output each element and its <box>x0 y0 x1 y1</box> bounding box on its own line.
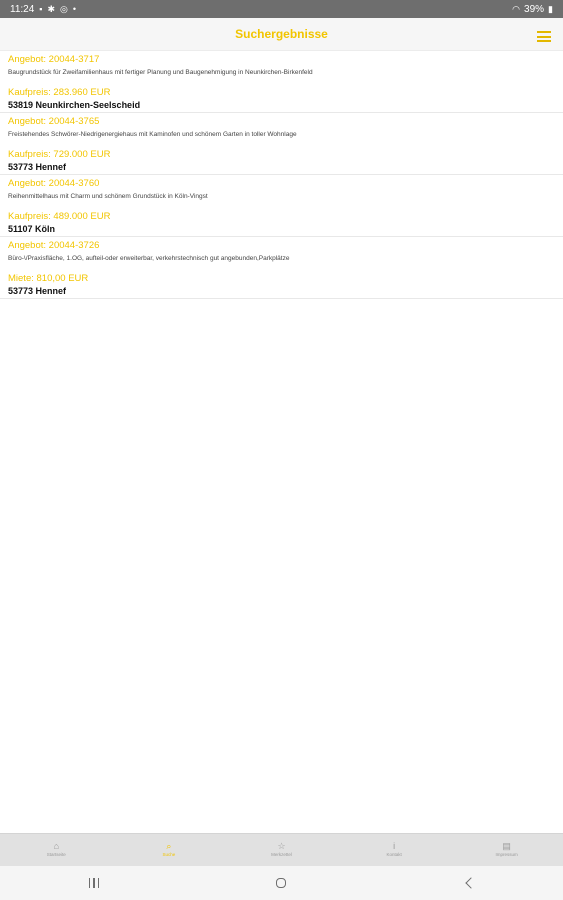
result-item[interactable]: Angebot: 20044-3760 Reihenmittelhaus mit… <box>0 175 563 237</box>
system-nav-bar <box>0 866 563 900</box>
status-bar-right: ◠ 39% ▮ <box>512 4 553 15</box>
result-item[interactable]: Angebot: 20044-3765 Freistehendes Schwör… <box>0 113 563 175</box>
menu-line <box>537 40 551 42</box>
hamburger-menu-icon[interactable] <box>537 31 551 42</box>
sync-icon: ◎ <box>60 3 68 14</box>
offer-location: 51107 Köln <box>8 224 56 234</box>
recent-apps-icon <box>88 878 100 888</box>
status-bar: 11:24 ▪ ✱ ◎ • ◠ 39% ▮ <box>0 0 563 18</box>
battery-icon: ▮ <box>548 3 553 14</box>
home-button[interactable] <box>261 869 301 897</box>
offer-location: 53773 Hennef <box>8 286 67 296</box>
offer-price: Kaufpreis: 489.000 EUR <box>8 211 111 222</box>
info-icon: i <box>393 841 396 851</box>
home-icon: ⌂ <box>53 841 60 851</box>
app-header: Suchergebnisse <box>0 18 563 51</box>
menu-line <box>537 35 551 38</box>
star-icon: ☆ <box>277 841 286 851</box>
offer-description: Baugrundstück für Zweifamilienhaus mit f… <box>8 69 313 76</box>
battery-percent: 39% <box>524 3 545 15</box>
offer-price: Kaufpreis: 729.000 EUR <box>8 149 111 160</box>
offer-number: Angebot: 20044-3765 <box>8 116 100 127</box>
tab-label: Suche <box>162 852 176 857</box>
page-title: Suchergebnisse <box>235 27 328 41</box>
recent-apps-button[interactable] <box>74 869 114 897</box>
offer-number: Angebot: 20044-3726 <box>8 240 100 251</box>
home-nav-icon <box>276 878 287 888</box>
offer-description: Reihenmittelhaus mit Charm und schönem G… <box>8 193 208 200</box>
offer-description: Büro-\/Praxisfläche, 1.OG, aufteil-oder … <box>8 255 290 262</box>
tab-label: Kontakt <box>386 852 402 857</box>
tab-label: Merkzettel <box>271 852 292 857</box>
image-icon: ▪ <box>39 3 43 14</box>
document-icon: ▤ <box>502 841 511 851</box>
offer-number: Angebot: 20044-3717 <box>8 54 100 65</box>
tab-startseite[interactable]: ⌂ Startseite <box>0 834 113 866</box>
tab-merkzettel[interactable]: ☆ Merkzettel <box>225 834 338 866</box>
gear-icon: ✱ <box>47 3 56 14</box>
wifi-icon: ◠ <box>512 3 521 14</box>
offer-number: Angebot: 20044-3760 <box>8 178 100 189</box>
tab-impressum[interactable]: ▤ Impressum <box>450 834 563 866</box>
menu-line <box>537 31 551 33</box>
offer-location: 53773 Hennef <box>8 162 67 172</box>
back-button[interactable] <box>449 869 489 897</box>
result-item[interactable]: Angebot: 20044-3726 Büro-\/Praxisfläche,… <box>0 237 563 299</box>
back-icon <box>465 877 477 889</box>
offer-location: 53819 Neunkirchen-Seelscheid <box>8 100 141 110</box>
result-item[interactable]: Angebot: 20044-3717 Baugrundstück für Zw… <box>0 51 563 113</box>
bottom-tab-bar: ⌂ Startseite ⌕ Suche ☆ Merkzettel i Kont… <box>0 833 563 866</box>
status-time: 11:24 <box>10 3 35 15</box>
tab-suche[interactable]: ⌕ Suche <box>113 834 226 866</box>
tab-label: Impressum <box>495 852 518 857</box>
offer-price: Kaufpreis: 283.960 EUR <box>8 87 111 98</box>
tab-kontakt[interactable]: i Kontakt <box>338 834 451 866</box>
tab-label: Startseite <box>46 852 66 857</box>
search-icon: ⌕ <box>166 841 172 851</box>
offer-description: Freistehendes Schwörer-Niedrigenergiehau… <box>8 131 297 138</box>
offer-price: Miete: 810,00 EUR <box>8 273 89 284</box>
results-list: Angebot: 20044-3717 Baugrundstück für Zw… <box>0 51 563 299</box>
dot-icon: • <box>72 3 77 14</box>
status-bar-left: 11:24 ▪ ✱ ◎ • <box>10 4 76 15</box>
